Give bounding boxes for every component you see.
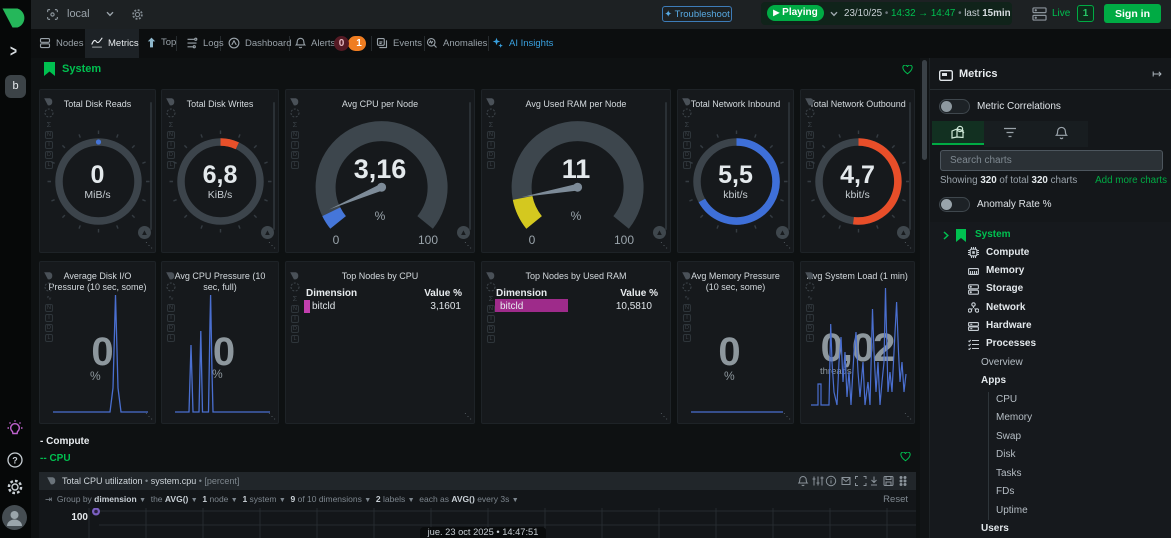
svg-text:?: ? bbox=[12, 456, 18, 466]
